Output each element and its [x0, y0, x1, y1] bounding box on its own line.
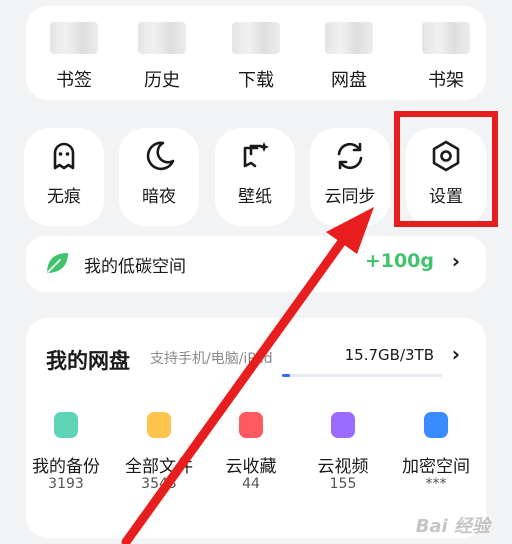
history-label: 历史 [144, 70, 180, 91]
settings-hexagon-icon [432, 140, 460, 172]
wallpaper-tile[interactable]: 壁纸 [215, 128, 295, 226]
downloads-icon [232, 22, 280, 54]
my-backup-count: 3193 [48, 476, 84, 492]
downloads-button[interactable]: 下载 [216, 6, 296, 100]
leaf-icon [47, 253, 68, 273]
downloads-label: 下载 [238, 70, 274, 91]
bookmarks-button[interactable]: 书签 [34, 6, 114, 100]
cloud-video-count: 155 [329, 476, 357, 492]
cloud-video-item[interactable]: 云视频 155 [303, 412, 383, 502]
folder-icon [147, 412, 171, 438]
netdisk-card-subtitle: 支持手机/电脑/iPad [150, 351, 273, 367]
storage-progress-fill [282, 374, 290, 377]
wallpaper-label: 壁纸 [238, 187, 272, 207]
night-mode-label: 暗夜 [142, 187, 176, 207]
cloud-video-label: 云视频 [317, 457, 369, 477]
lock-icon [424, 412, 448, 438]
bookshelf-label: 书架 [428, 70, 464, 91]
sync-icon [337, 142, 363, 170]
watermark-logo: Bai 经验 [415, 516, 490, 537]
encrypted-space-count: *** [425, 476, 447, 492]
storage-usage[interactable]: 15.7GB/3TB [345, 346, 434, 364]
favorites-icon [239, 412, 263, 438]
video-play-icon [331, 412, 355, 438]
moon-icon [146, 141, 175, 171]
cloud-favorites-count: 44 [242, 476, 260, 492]
ghost-icon [53, 142, 75, 170]
my-backup-item[interactable]: 我的备份 3193 [26, 412, 106, 502]
incognito-tile[interactable]: 无痕 [24, 128, 104, 226]
settings-tile[interactable]: 设置 [406, 128, 486, 226]
low-carbon-value: +100g [364, 250, 434, 272]
cloud-favorites-item[interactable]: 云收藏 44 [211, 412, 291, 502]
low-carbon-card[interactable]: 我的低碳空间 +100g › [26, 236, 486, 292]
all-files-label: 全部文件 [125, 457, 193, 477]
netdisk-button[interactable]: 网盘 [309, 6, 389, 100]
bookshelf-button[interactable]: 书架 [406, 6, 486, 100]
all-files-item[interactable]: 全部文件 3543 [119, 412, 199, 502]
bookmarks-icon [50, 22, 98, 54]
storage-progress-bar [282, 374, 442, 377]
backup-icon [54, 412, 78, 438]
history-icon [138, 22, 186, 54]
encrypted-space-label: 加密空间 [402, 457, 470, 477]
quick-access-card: 书签 历史 下载 网盘 书架 [26, 6, 486, 100]
wallpaper-icon [243, 142, 269, 168]
my-backup-label: 我的备份 [32, 457, 100, 477]
all-files-count: 3543 [141, 476, 177, 492]
netdisk-icon [325, 22, 373, 54]
encrypted-space-item[interactable]: 加密空间 *** [396, 412, 476, 502]
history-button[interactable]: 历史 [122, 6, 202, 100]
settings-label: 设置 [429, 187, 463, 207]
chevron-right-icon[interactable]: › [452, 342, 460, 366]
chevron-right-icon: › [451, 249, 460, 273]
cloud-favorites-label: 云收藏 [225, 457, 277, 477]
netdisk-label: 网盘 [331, 70, 367, 91]
low-carbon-title: 我的低碳空间 [84, 257, 186, 277]
netdisk-card-title: 我的网盘 [46, 349, 130, 373]
incognito-label: 无痕 [47, 187, 81, 207]
cloud-sync-label: 云同步 [324, 187, 376, 207]
bookshelf-icon [422, 22, 470, 54]
my-netdisk-card: 我的网盘 支持手机/电脑/iPad 15.7GB/3TB › 我的备份 3193… [26, 318, 486, 538]
cloud-sync-tile[interactable]: 云同步 [310, 128, 390, 226]
night-mode-tile[interactable]: 暗夜 [119, 128, 199, 226]
bookmarks-label: 书签 [56, 70, 92, 91]
